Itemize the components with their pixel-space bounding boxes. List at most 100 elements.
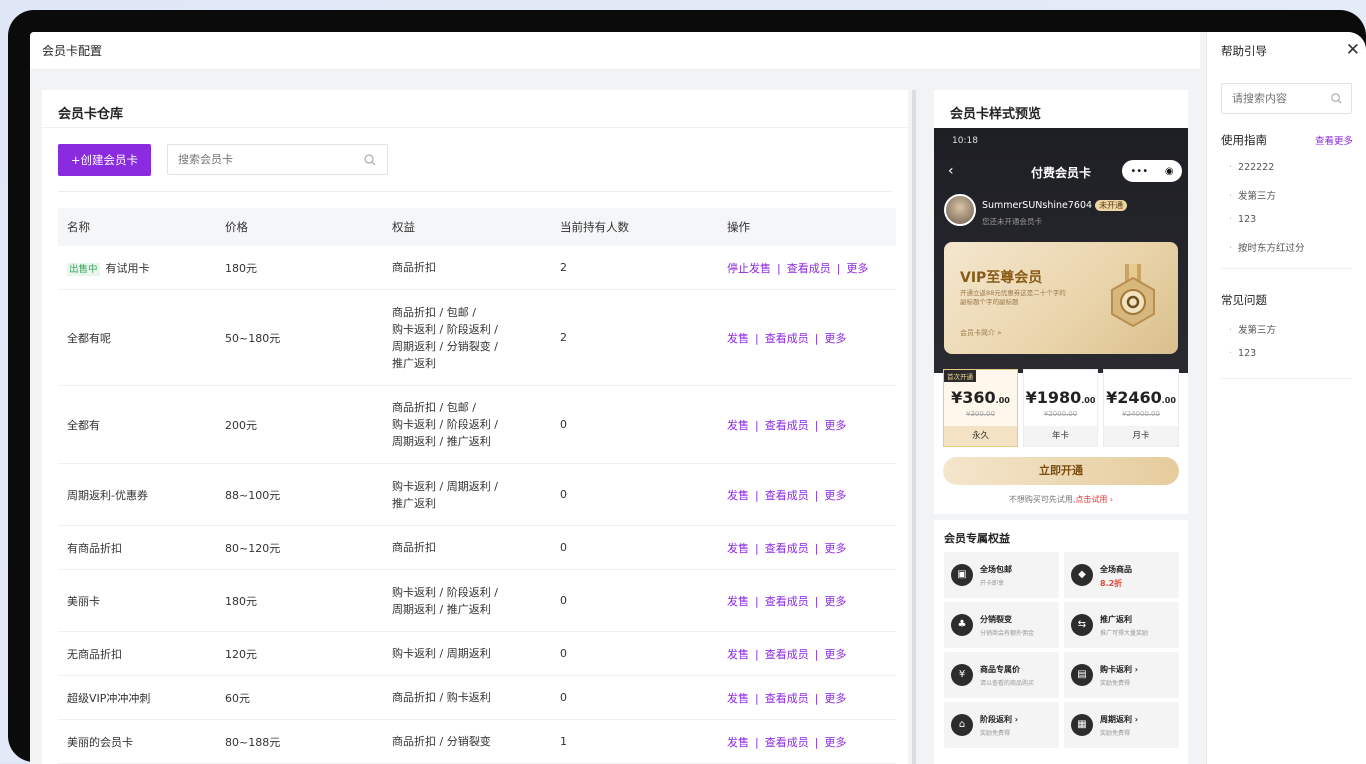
price-option-forever[interactable]: 首次开通 ¥360.00 ¥300.00 永久 <box>943 369 1018 447</box>
action-link[interactable]: 更多 <box>846 262 868 275</box>
search-icon[interactable] <box>363 153 377 167</box>
faq-item[interactable]: 123 <box>1229 348 1256 359</box>
card-search-input[interactable] <box>178 153 348 166</box>
action-link[interactable]: 发售 <box>727 692 749 705</box>
right-sub: 奖励免费得 <box>980 730 1011 737</box>
card-name: 有试用卡 <box>105 261 150 275</box>
right-icon: ⇆ <box>1071 614 1093 636</box>
card-rights: 购卡返利 / 阶段返利 / 周期返利 / 推广返利 <box>392 584 560 618</box>
card-name-cell: 全都有呢 <box>58 330 225 346</box>
close-icon[interactable]: ✕ <box>1346 40 1360 60</box>
card-actions: 发售 | 查看成员 | 更多 <box>727 417 896 433</box>
help-search-input[interactable] <box>1232 92 1322 105</box>
card-holders: 2 <box>560 331 567 344</box>
right-sub: 请以查看的商品购买 <box>980 680 1035 687</box>
page-title: 会员卡配置 <box>42 44 103 58</box>
right-name: 全场商品 <box>1100 565 1132 574</box>
card-actions: 发售 | 查看成员 | 更多 <box>727 690 896 706</box>
action-link[interactable]: 更多 <box>824 542 846 555</box>
card-name: 全都有 <box>67 418 100 432</box>
faq-item[interactable]: 发第三方 <box>1229 322 1276 336</box>
col-header-name: 名称 <box>67 220 90 234</box>
section-divider <box>1221 268 1352 269</box>
action-link[interactable]: 查看成员 <box>765 692 809 705</box>
action-link[interactable]: 更多 <box>824 736 846 749</box>
card-name-cell: 全都有 <box>58 417 225 433</box>
price-name: 永久 <box>944 426 1017 446</box>
status-badge: 出售中 <box>67 262 100 276</box>
vip-card: VIP至尊会员 开通立返88元优惠券这是二十个字的副标题个字的副标题 会员卡简介… <box>944 242 1178 354</box>
guide-item[interactable]: 按时东方红过分 <box>1229 240 1305 254</box>
action-link[interactable]: 停止发售 <box>727 262 771 275</box>
action-link[interactable]: 更多 <box>824 648 846 661</box>
guide-item[interactable]: 发第三方 <box>1229 188 1276 202</box>
action-link[interactable]: 查看成员 <box>765 332 809 345</box>
action-link[interactable]: 更多 <box>824 332 846 345</box>
trial-line: 不想购买可先试用,点击试用 › <box>934 494 1188 505</box>
price-option-year[interactable]: ¥1980.00 ¥2000.00 年卡 <box>1023 369 1098 447</box>
card-name-cell: 出售中 有试用卡 <box>58 260 225 276</box>
action-link[interactable]: 发售 <box>727 419 749 432</box>
right-sub: 奖励免费得 <box>1100 680 1131 687</box>
user-subtitle: 您还未开通会员卡 <box>982 217 1042 226</box>
action-link[interactable]: 查看成员 <box>765 595 809 608</box>
rights-line: 商品折扣 / 分销裂变 <box>392 735 491 748</box>
action-link[interactable]: 发售 <box>727 332 749 345</box>
action-link[interactable]: 发售 <box>727 489 749 502</box>
status-time: 10:18 <box>952 136 978 146</box>
table-row: 出售中 有试用卡 180元 商品折扣 2 停止发售 | 查看成员 | 更多 <box>58 246 896 290</box>
guide-item[interactable]: 222222 <box>1229 162 1274 173</box>
action-link[interactable]: 查看成员 <box>765 648 809 661</box>
create-card-button[interactable]: +创建会员卡 <box>58 144 151 176</box>
action-link[interactable]: 发售 <box>727 542 749 555</box>
target-icon: ◉ <box>1164 165 1174 177</box>
first-open-tag: 首次开通 <box>944 370 976 382</box>
action-link[interactable]: 查看成员 <box>765 419 809 432</box>
help-search-box[interactable] <box>1221 83 1352 114</box>
card-name: 全都有呢 <box>67 331 111 345</box>
col-header-holders: 当前持有人数 <box>560 220 629 234</box>
card-name: 周期返利-优惠券 <box>67 488 148 502</box>
price-main: ¥1980 <box>1025 388 1082 407</box>
right-item: ¥ 商品专属价 请以查看的商品购买 <box>944 652 1059 698</box>
trial-link[interactable]: 点击试用 › <box>1075 495 1113 504</box>
price-original: ¥300.00 <box>966 410 995 418</box>
card-name: 美丽的会员卡 <box>67 735 133 749</box>
card-rights: 商品折扣 / 包邮 / 购卡返利 / 阶段返利 / 周期返利 / 分销裂变 / 推广返… <box>392 304 560 372</box>
warehouse-title: 会员卡仓库 <box>42 90 908 128</box>
price-name: 月卡 <box>1104 426 1178 446</box>
action-link[interactable]: 更多 <box>824 419 846 432</box>
vip-card-title: VIP至尊会员 <box>960 270 1043 286</box>
open-now-button[interactable]: 立即开通 <box>943 457 1179 485</box>
search-icon[interactable] <box>1330 92 1343 105</box>
guide-item[interactable]: 123 <box>1229 214 1256 225</box>
section-divider <box>1221 378 1352 379</box>
right-item: ▦ 周期返利 › 奖励免费得 <box>1064 702 1179 748</box>
action-link[interactable]: 更多 <box>824 692 846 705</box>
guide-more-link[interactable]: 查看更多 <box>1315 133 1353 147</box>
card-actions: 停止发售 | 查看成员 | 更多 <box>727 260 896 276</box>
member-rights-section: 会员专属权益 ▣ 全场包邮 开卡即享 ◆ 全场商品 8.2折 ♣ 分销裂变 分销商会有额外佣金 ⇆… <box>934 520 1188 764</box>
card-price: 80~120元 <box>225 541 281 555</box>
price-option-month[interactable]: ¥2460.00 ¥24000.00 月卡 <box>1103 369 1179 447</box>
action-link[interactable]: 查看成员 <box>765 489 809 502</box>
card-search-box[interactable] <box>167 144 388 175</box>
action-link[interactable]: 发售 <box>727 595 749 608</box>
avatar <box>944 194 976 226</box>
preview-header-dark: 10:18 ‹ 付费会员卡 ••• ◉ SummerSUNshine7604 未开… <box>934 128 1188 373</box>
action-link[interactable]: 查看成员 <box>787 262 831 275</box>
card-rights: 商品折扣 / 包邮 / 购卡返利 / 阶段返利 / 周期返利 / 推广返利 <box>392 399 560 450</box>
action-separator: | <box>814 418 819 432</box>
action-link[interactable]: 更多 <box>824 489 846 502</box>
action-link[interactable]: 发售 <box>727 648 749 661</box>
action-link[interactable]: 查看成员 <box>765 736 809 749</box>
action-link[interactable]: 查看成员 <box>765 542 809 555</box>
right-item: ♣ 分销裂变 分销商会有额外佣金 <box>944 602 1059 648</box>
price-decimal: .00 <box>1161 396 1176 405</box>
panel-divider[interactable] <box>912 90 916 764</box>
rights-line: 周期返利 / 分销裂变 / <box>392 339 498 353</box>
action-link[interactable]: 发售 <box>727 736 749 749</box>
action-link[interactable]: 更多 <box>824 595 846 608</box>
vip-card-link: 会员卡简介 » <box>960 329 1002 337</box>
rights-line: 购卡返利 / 周期返利 <box>392 647 491 660</box>
